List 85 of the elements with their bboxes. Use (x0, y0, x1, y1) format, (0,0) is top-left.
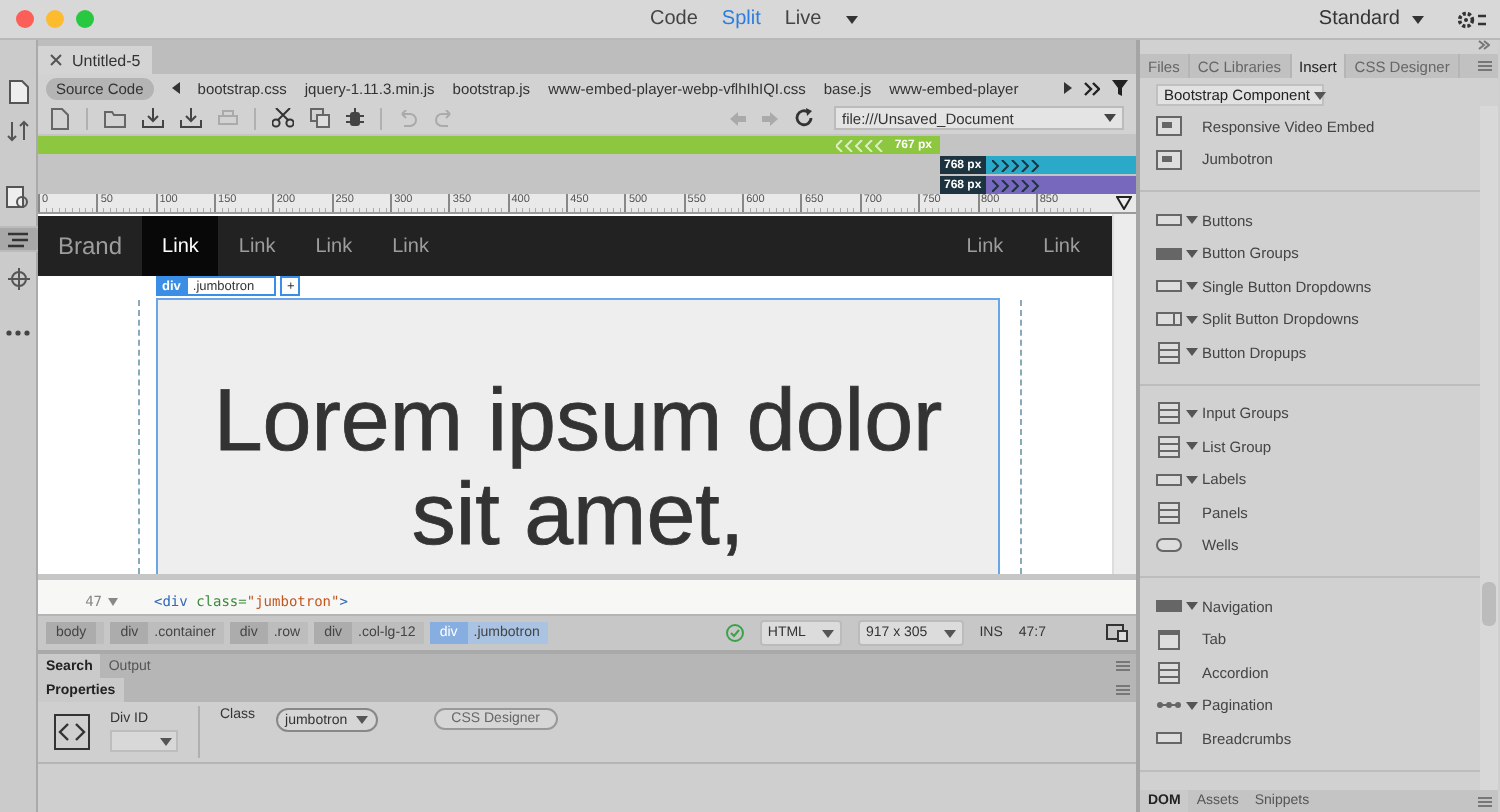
scrollbar[interactable] (1112, 214, 1136, 574)
caret-icon (1313, 91, 1326, 99)
close-window-icon[interactable] (16, 10, 34, 28)
refresh-icon[interactable] (794, 108, 814, 128)
caret-icon (1186, 442, 1198, 451)
nav-link[interactable]: Link (218, 216, 296, 276)
settings-icon[interactable] (1456, 9, 1488, 29)
caret-icon (355, 716, 368, 724)
menu-icon[interactable] (1116, 684, 1130, 696)
file-icon[interactable] (7, 80, 29, 104)
chevrons-left-icon (836, 139, 885, 151)
menu-icon[interactable] (1478, 60, 1492, 72)
nav-link[interactable]: Link (142, 216, 219, 276)
nav-link[interactable]: Link (295, 216, 373, 276)
caret-icon (1186, 701, 1198, 710)
rounded-box-icon[interactable] (1155, 538, 1181, 553)
bar-icon[interactable] (1155, 280, 1181, 293)
chevrons-right-icon (991, 159, 1040, 171)
view-tab[interactable]: Live (784, 8, 822, 30)
cut-icon[interactable] (272, 108, 294, 128)
document-tab[interactable]: Untitled-5 (38, 46, 153, 74)
bar-icon[interactable] (1155, 732, 1181, 745)
new-file-icon[interactable] (50, 107, 70, 129)
menu-icon[interactable] (1478, 795, 1492, 807)
bug-icon[interactable] (346, 108, 364, 128)
dots-icon[interactable] (1155, 700, 1181, 711)
chevrons-icon[interactable] (1084, 81, 1100, 95)
check-icon (725, 624, 744, 642)
previous-icon[interactable] (171, 82, 180, 94)
more-icon[interactable] (6, 330, 30, 336)
chevrons-right-icon (991, 179, 1040, 191)
caret-icon (1186, 249, 1198, 258)
nav-link[interactable]: Link (946, 216, 1024, 276)
stacked-rows-icon[interactable] (1157, 341, 1179, 364)
caret-icon (943, 629, 956, 637)
caret-icon (1104, 114, 1116, 122)
caret-icon (821, 629, 834, 637)
download-icon[interactable] (180, 108, 202, 128)
caret-icon (1412, 15, 1424, 23)
code-tag-icon[interactable] (54, 714, 90, 750)
sort-icon[interactable] (6, 120, 30, 142)
jumbotron-heading: Lorem ipsum dolor sit amet, (211, 370, 945, 562)
window-icon[interactable] (1157, 629, 1179, 650)
caret-icon (1186, 216, 1198, 225)
collapse-icon[interactable] (1478, 40, 1490, 50)
stacked-rows-icon[interactable] (1157, 435, 1179, 458)
stacked-rows-icon[interactable] (1157, 402, 1179, 425)
caret-icon (1186, 315, 1198, 324)
div-id-select[interactable] (110, 730, 178, 752)
frame-icon[interactable] (1155, 149, 1181, 170)
download-icon[interactable] (142, 108, 164, 128)
workspace-switcher[interactable]: Standard (1318, 8, 1400, 30)
caret-icon (1186, 282, 1198, 291)
close-icon[interactable] (50, 54, 62, 66)
caret-icon (1186, 348, 1198, 357)
split-bar-icon[interactable] (1155, 312, 1181, 327)
bar-icon[interactable] (1155, 600, 1181, 613)
caret-icon (1186, 475, 1198, 484)
stacked-rows-icon[interactable] (1157, 501, 1179, 524)
caret-icon (160, 737, 172, 745)
bar-icon[interactable] (1155, 473, 1181, 486)
folder-icon[interactable] (104, 109, 126, 127)
caret-icon (845, 15, 858, 23)
bar-icon[interactable] (1155, 247, 1181, 260)
inspect-icon[interactable] (6, 186, 30, 210)
scrollbar-thumb[interactable] (1482, 582, 1496, 626)
preview-icon[interactable] (1106, 624, 1128, 642)
target-icon[interactable] (7, 268, 29, 290)
menu-icon[interactable] (1116, 660, 1130, 672)
filter-icon[interactable] (1112, 80, 1128, 96)
stacked-rows-icon[interactable] (1157, 661, 1179, 684)
view-tab[interactable]: Code (650, 8, 698, 30)
scrollbar[interactable] (1480, 106, 1498, 790)
nav-link[interactable]: Link (1023, 216, 1100, 276)
next-icon[interactable] (1064, 82, 1072, 94)
nav-link[interactable]: Link (372, 216, 449, 276)
document-title: Untitled-5 (72, 51, 141, 69)
fold-icon[interactable] (108, 597, 118, 605)
bar-icon[interactable] (1155, 214, 1181, 227)
lines-icon[interactable] (4, 227, 32, 251)
frame-icon[interactable] (1155, 116, 1181, 137)
caret-icon (1186, 602, 1198, 611)
navbar-brand[interactable]: Brand (38, 216, 143, 276)
caret-icon (1186, 409, 1198, 418)
copy-icon[interactable] (310, 108, 330, 128)
